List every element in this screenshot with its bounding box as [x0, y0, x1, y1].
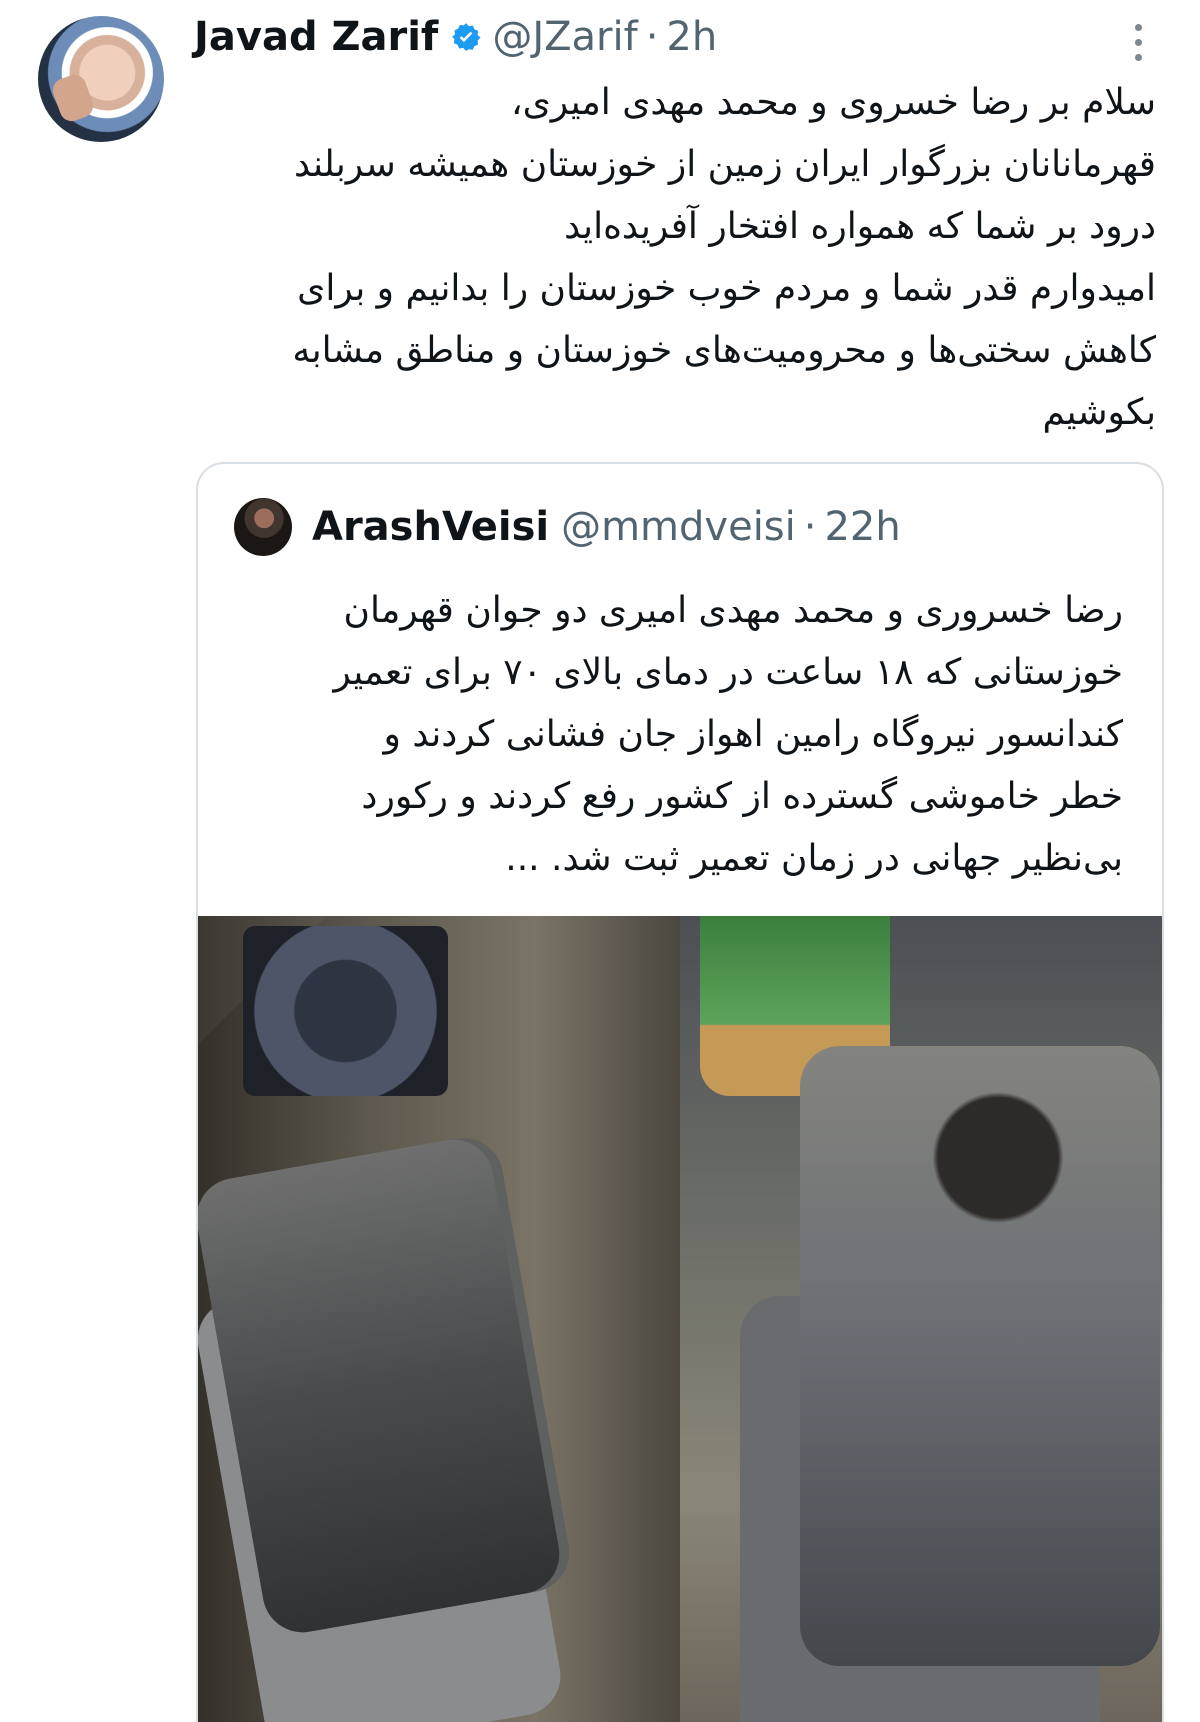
quoted-timestamp-separator: ·: [803, 504, 817, 550]
more-options-icon[interactable]: [1130, 24, 1146, 62]
quoted-author-handle[interactable]: @mmdveisi: [561, 504, 796, 550]
timestamp-separator: ·: [645, 14, 659, 60]
quoted-tweet-media[interactable]: [198, 916, 1162, 1722]
quoted-tweet-text-line: کندانسور نیروگاه رامین اهواز جان فشانی ک…: [383, 714, 1123, 755]
quoted-tweet-header: ArashVeisi @mmdveisi · 22h: [234, 498, 901, 556]
tweet-text-line: کاهش سختی‌ها و محرومیت‌های خوزستان و منا…: [292, 330, 1156, 371]
author-name[interactable]: Javad Zarif: [194, 14, 438, 60]
quoted-author-avatar[interactable]: [234, 498, 292, 556]
author-handle[interactable]: @JZarif: [492, 14, 637, 60]
quoted-tweet-text-line: رضا خسروری و محمد مهدی امیری دو جوان قهر…: [343, 590, 1123, 631]
tweet-header: Javad Zarif @JZarif · 2h: [194, 12, 717, 62]
tweet-text: سلام بر رضا خسروی و محمد مهدی امیری، قهر…: [190, 72, 1156, 444]
quoted-author-name[interactable]: ArashVeisi: [312, 504, 549, 550]
verified-badge-icon: [452, 23, 481, 51]
tweet-time[interactable]: 2h: [666, 14, 717, 60]
tweet-text-line: سلام بر رضا خسروی و محمد مهدی امیری،: [510, 82, 1156, 123]
media-image-right[interactable]: [680, 916, 1162, 1722]
quoted-tweet-time[interactable]: 22h: [824, 504, 900, 550]
quoted-tweet-text-line: خطر خاموشی گسترده از کشور رفع کردند و رک…: [361, 776, 1123, 817]
quoted-tweet-card[interactable]: ArashVeisi @mmdveisi · 22h رضا خسروری و …: [196, 462, 1164, 1722]
tweet-text-line: درود بر شما که همواره افتخار آفریده‌اید: [564, 206, 1156, 247]
tweet-text-line: امیدوارم قدر شما و مردم خوب خوزستان را ب…: [297, 268, 1156, 309]
quoted-tweet-text-line: بی‌نظیر جهانی در زمان تعمیر ثبت شد. ...: [505, 838, 1123, 879]
author-avatar[interactable]: [38, 16, 164, 142]
tweet-text-line: قهرمانانان بزرگوار ایران زمین از خوزستان…: [294, 144, 1156, 185]
quoted-tweet-text-line: خوزستانی که ۱۸ ساعت در دمای بالای ۷۰ برا…: [333, 652, 1123, 693]
tweet-text-line: بکوشیم: [1042, 392, 1156, 433]
quoted-tweet-text: رضا خسروری و محمد مهدی امیری دو جوان قهر…: [238, 580, 1123, 890]
media-image-left[interactable]: [198, 916, 680, 1722]
